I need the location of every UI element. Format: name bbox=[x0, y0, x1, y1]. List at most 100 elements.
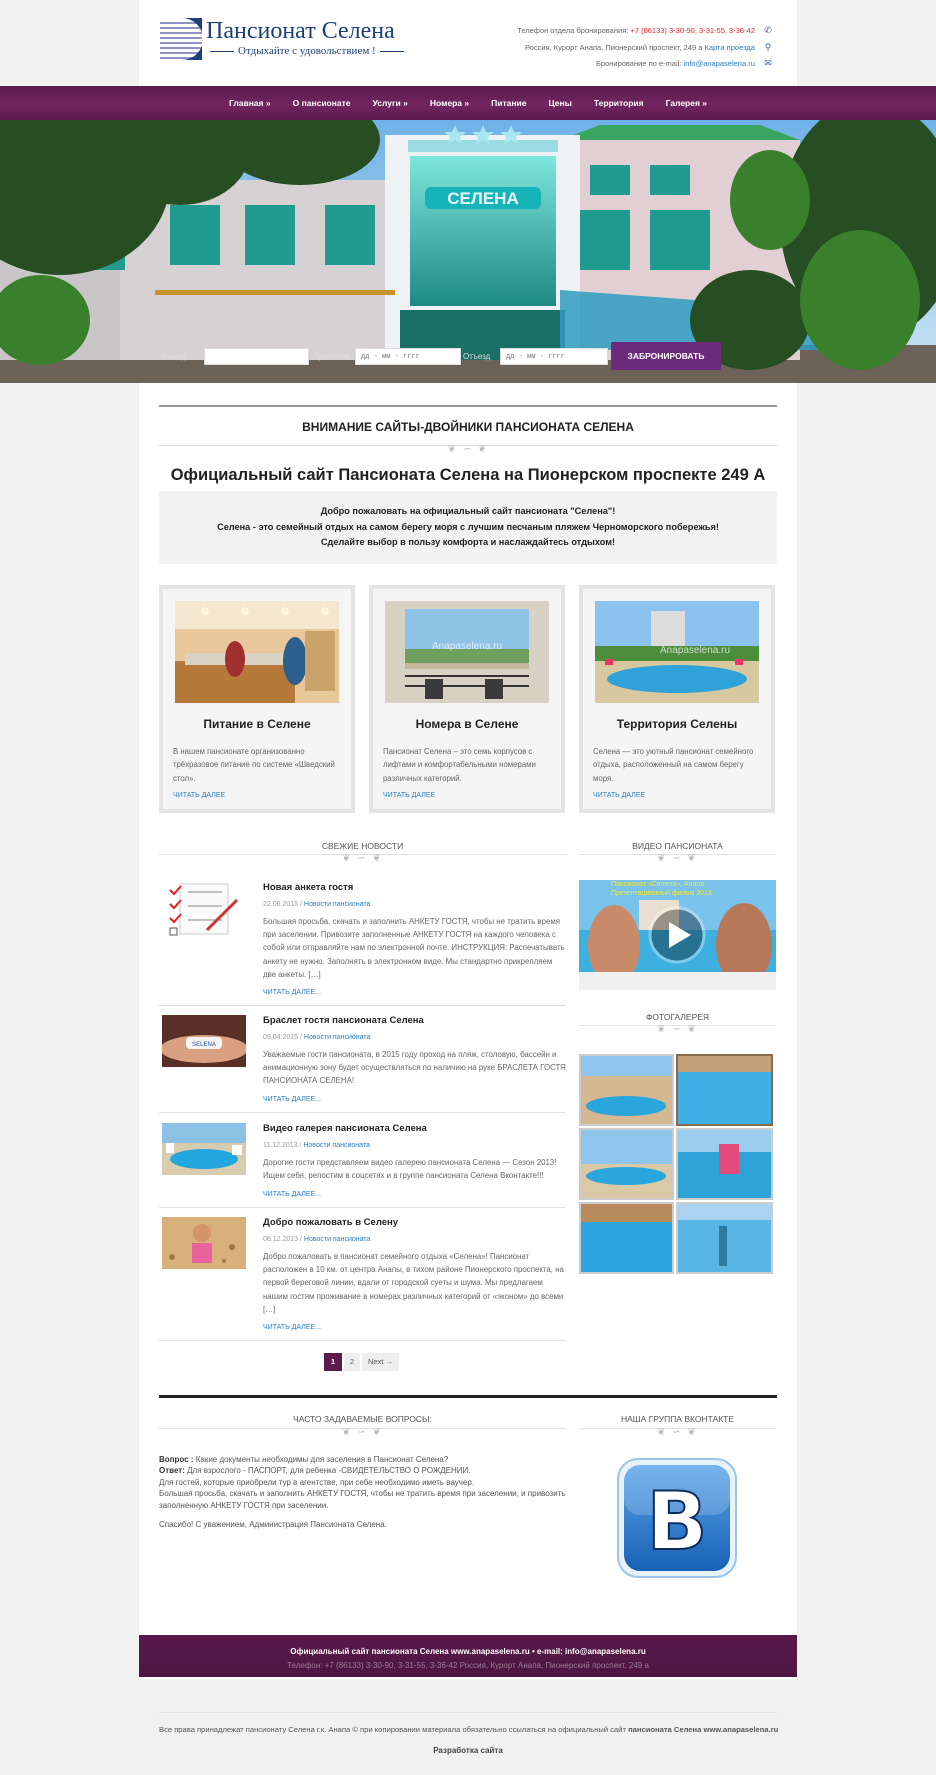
email-label: Бронирование по e-mail: bbox=[595, 59, 682, 68]
feature-description: В нашем пансионате организованно трёхраз… bbox=[173, 747, 335, 783]
news-title[interactable]: Добро пожаловать в Селену bbox=[263, 1217, 398, 1228]
contact-phone-line: Телефон отдела бронирования: +7 (86133) … bbox=[517, 25, 773, 36]
news-category-link[interactable]: Новости пансионата bbox=[303, 1142, 370, 1149]
rooms-photo[interactable]: Anapaselena.ru bbox=[385, 601, 549, 703]
feature-title[interactable]: Питание в Селене bbox=[163, 717, 351, 731]
news-thumbnail[interactable] bbox=[162, 1123, 246, 1175]
news-thumbnail[interactable] bbox=[162, 1217, 246, 1269]
map-link[interactable]: Карта проезда bbox=[705, 43, 755, 52]
footer-line-contacts: Телефон: +7 (86133) 3-30-90, 3-31-55, 3-… bbox=[287, 1661, 649, 1670]
feature-card-territory: Anapaselena.ru Территория Селены Селена … bbox=[579, 585, 775, 813]
faq-thanks: Спасибо! С уважением, Администрация Панс… bbox=[159, 1520, 387, 1530]
read-more-link[interactable]: ЧИТАТЬ ДАЛЕЕ bbox=[383, 792, 435, 799]
read-more-link[interactable]: ЧИТАТЬ ДАЛЕЕ... bbox=[263, 989, 321, 996]
news-excerpt: Добро пожаловать в пансионат семейного о… bbox=[263, 1252, 564, 1314]
news-category-link[interactable]: Новости пансионата bbox=[304, 1034, 371, 1041]
logo-title[interactable]: Пансионат Селена bbox=[206, 18, 395, 45]
nav-item-territory[interactable]: Территория bbox=[583, 98, 655, 108]
address-text: Россия, Курорт Анапа, Пионерский проспек… bbox=[525, 43, 703, 52]
book-button[interactable]: ЗАБРОНИРОВАТЬ bbox=[611, 342, 721, 370]
gallery-thumb[interactable] bbox=[676, 1128, 773, 1200]
logo-icon[interactable] bbox=[160, 18, 202, 60]
welcome-line: Сделайте выбор в пользу комфорта и насла… bbox=[320, 537, 616, 548]
faq-section-title: ЧАСТО ЗАДАВАЕМЫЕ ВОПРОСЫ: bbox=[293, 1414, 432, 1424]
news-thumbnail[interactable]: SELENA bbox=[162, 1015, 246, 1067]
footer-line-site: Официальный сайт пансионата Селена www.a… bbox=[290, 1647, 646, 1656]
gallery-thumb[interactable] bbox=[579, 1202, 674, 1274]
ornament-icon: ❦ ∽ ❦ bbox=[447, 444, 489, 455]
pagination-page-2[interactable]: 2 bbox=[344, 1353, 360, 1371]
read-more-link[interactable]: ЧИТАТЬ ДАЛЕЕ bbox=[173, 792, 225, 799]
territory-photo[interactable]: Anapaselena.ru bbox=[595, 601, 759, 703]
feature-title[interactable]: Территория Селены bbox=[583, 717, 771, 731]
copyright-main: Все права принадлежат пансионату Селена … bbox=[159, 1725, 629, 1734]
food-photo[interactable] bbox=[175, 601, 339, 703]
news-title[interactable]: Видео галерея пансионата Селена bbox=[263, 1123, 427, 1134]
pagination-current[interactable]: 1 bbox=[324, 1353, 342, 1371]
gallery-thumb[interactable] bbox=[579, 1128, 674, 1200]
vk-section-title: НАША ГРУППА ВКОНТАКТЕ bbox=[620, 1414, 735, 1424]
phone-numbers: +7 (86133) 3-30-90, 3-31-55, 3-36-42 bbox=[630, 26, 755, 35]
departure-date-input[interactable] bbox=[355, 348, 461, 365]
nav-item-home[interactable]: Главная » bbox=[218, 98, 282, 108]
copyright-site-link[interactable]: пансионата Селена www.anapaselena.ru bbox=[628, 1725, 778, 1734]
news-category-link[interactable]: Новости пансионата bbox=[304, 1236, 371, 1243]
news-date: 22.06.2015 bbox=[263, 901, 299, 908]
news-excerpt: Большая просьба, скачать и заполнить АНК… bbox=[263, 917, 565, 979]
checkout-date-input[interactable] bbox=[500, 348, 608, 365]
nav-item-rooms[interactable]: Номера » bbox=[419, 98, 480, 108]
gallery-section-title: ФОТОГАЛЕРЕЯ bbox=[645, 1012, 710, 1022]
watermark-text: Anapaselena.ru bbox=[660, 645, 730, 656]
booking-form: Выезд Прибытие Отъезд ЗАБРОНИРОВАТЬ bbox=[140, 342, 740, 370]
divider bbox=[159, 1112, 566, 1113]
svg-text:SELENA: SELENA bbox=[192, 1042, 216, 1048]
logo-slogan: Отдыхайте с удовольствием ! bbox=[206, 45, 390, 57]
news-title[interactable]: Браслет гостя пансионата Селена bbox=[263, 1015, 424, 1026]
read-more-link[interactable]: ЧИТАТЬ ДАЛЕЕ bbox=[593, 792, 645, 799]
faq-line: Для гостей, которые приобрели тур в аген… bbox=[159, 1477, 475, 1487]
email-link[interactable]: info@anapaselena.ru bbox=[683, 59, 754, 68]
news-date: 11.12.2013 bbox=[263, 1142, 298, 1149]
read-more-link[interactable]: ЧИТАТЬ ДАЛЕЕ... bbox=[263, 1191, 321, 1198]
watermark-text: Anapaselena.ru bbox=[432, 641, 502, 652]
divider bbox=[159, 1005, 566, 1006]
read-more-link[interactable]: ЧИТАТЬ ДАЛЕЕ... bbox=[263, 1324, 321, 1331]
developer-link[interactable]: Разработка сайта bbox=[0, 1746, 936, 1755]
gallery-thumb[interactable] bbox=[676, 1054, 773, 1126]
news-item: Видео галерея пансионата Селена 11.12.20… bbox=[159, 1123, 566, 1208]
pagination-next[interactable]: Next → bbox=[362, 1353, 399, 1371]
answer-text: Для взрослого - ПАСПОРТ, для ребенка -СВ… bbox=[184, 1466, 471, 1476]
nav-item-services[interactable]: Услуги » bbox=[362, 98, 419, 108]
nav-item-food[interactable]: Питание bbox=[480, 98, 537, 108]
hotel-sign: СЕЛЕНА bbox=[447, 189, 518, 208]
feature-card-food: Питание в Селене В нашем пансионате орга… bbox=[159, 585, 355, 813]
contact-address-line: Россия, Курорт Анапа, Пионерский проспек… bbox=[525, 42, 773, 53]
news-section-title: СВЕЖИЕ НОВОСТИ bbox=[321, 841, 404, 851]
feature-title[interactable]: Номера в Селене bbox=[373, 717, 561, 731]
welcome-line: Добро пожаловать на официальный сайт пан… bbox=[320, 506, 616, 516]
arrival-date-input[interactable] bbox=[204, 348, 309, 365]
vk-group-icon[interactable]: B bbox=[616, 1457, 738, 1579]
main-nav: Главная » О пансионате Услуги » Номера »… bbox=[0, 86, 936, 120]
news-item: Новая анкета гостя 22.06.2015 / Новости … bbox=[159, 882, 566, 1006]
video-player[interactable]: Пансионат «Селена», Анапа. Презентационн… bbox=[579, 880, 776, 990]
divider bbox=[159, 1340, 566, 1341]
hero-banner: СЕЛЕНА bbox=[0, 120, 936, 383]
hotel-building-photo: СЕЛЕНА bbox=[0, 120, 936, 383]
news-category-link[interactable]: Новости пансионата bbox=[304, 901, 371, 908]
read-more-link[interactable]: ЧИТАТЬ ДАЛЕЕ... bbox=[263, 1096, 321, 1103]
nav-item-about[interactable]: О пансионате bbox=[282, 98, 362, 108]
phone-label: Телефон отдела бронирования: bbox=[517, 26, 629, 35]
gallery-thumb[interactable] bbox=[676, 1202, 773, 1274]
site-footer: Официальный сайт пансионата Селена www.a… bbox=[139, 1635, 797, 1677]
feature-description: Селена — это уютный пансионат семейного … bbox=[593, 747, 754, 783]
news-title[interactable]: Новая анкета гостя bbox=[263, 882, 353, 893]
news-meta: 11.12.2013 / Новости пансионата bbox=[263, 1142, 370, 1149]
envelope-icon: ✉ bbox=[764, 58, 772, 68]
gallery-thumb[interactable] bbox=[579, 1054, 674, 1126]
news-thumbnail[interactable] bbox=[162, 882, 246, 936]
nav-item-prices[interactable]: Цены bbox=[537, 98, 582, 108]
faq-question: Вопрос : Какие документы необходимы для … bbox=[159, 1454, 569, 1465]
copyright-text: Все права принадлежат пансионату Селена … bbox=[159, 1725, 778, 1734]
nav-item-gallery[interactable]: Галерея » bbox=[655, 98, 718, 108]
